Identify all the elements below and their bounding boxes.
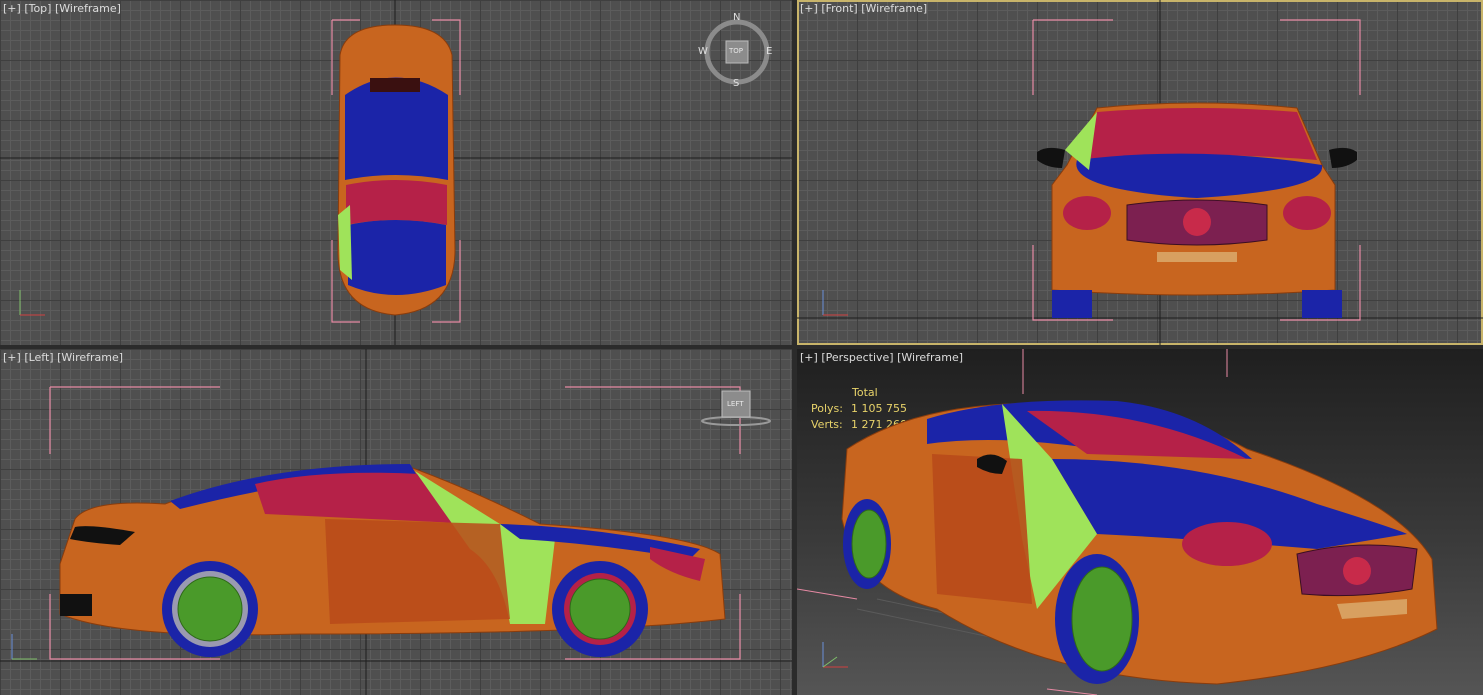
viewport-left[interactable]: [+] [Left] [Wireframe] LEFT [0, 349, 792, 695]
car-top-wireframe [337, 24, 456, 316]
car-front-wireframe [1037, 102, 1357, 318]
viewcube-top[interactable]: N S E W TOP [698, 12, 772, 89]
viewcube-face-top[interactable]: TOP [729, 47, 743, 55]
viewport-top[interactable]: [+] [Top] [Wireframe] N S E W TOP [0, 0, 792, 345]
car-perspective-wireframe [841, 400, 1438, 685]
compass-east[interactable]: E [766, 46, 772, 57]
front-view-scene [797, 0, 1483, 345]
compass-west[interactable]: W [698, 46, 708, 57]
top-view-scene [0, 0, 792, 345]
viewport-perspective[interactable]: [+] [Perspective] [Wireframe] Total Poly… [797, 349, 1483, 695]
perspective-scene [797, 349, 1438, 695]
compass-north[interactable]: N [733, 12, 740, 23]
car-side-wireframe [59, 464, 726, 657]
left-view-scene [0, 349, 792, 695]
compass-south[interactable]: S [733, 78, 739, 89]
viewcube-face-left[interactable]: LEFT [727, 400, 744, 408]
viewport-front[interactable]: [+] [Front] [Wireframe] [797, 0, 1483, 345]
viewcube-left[interactable]: LEFT [700, 387, 772, 427]
